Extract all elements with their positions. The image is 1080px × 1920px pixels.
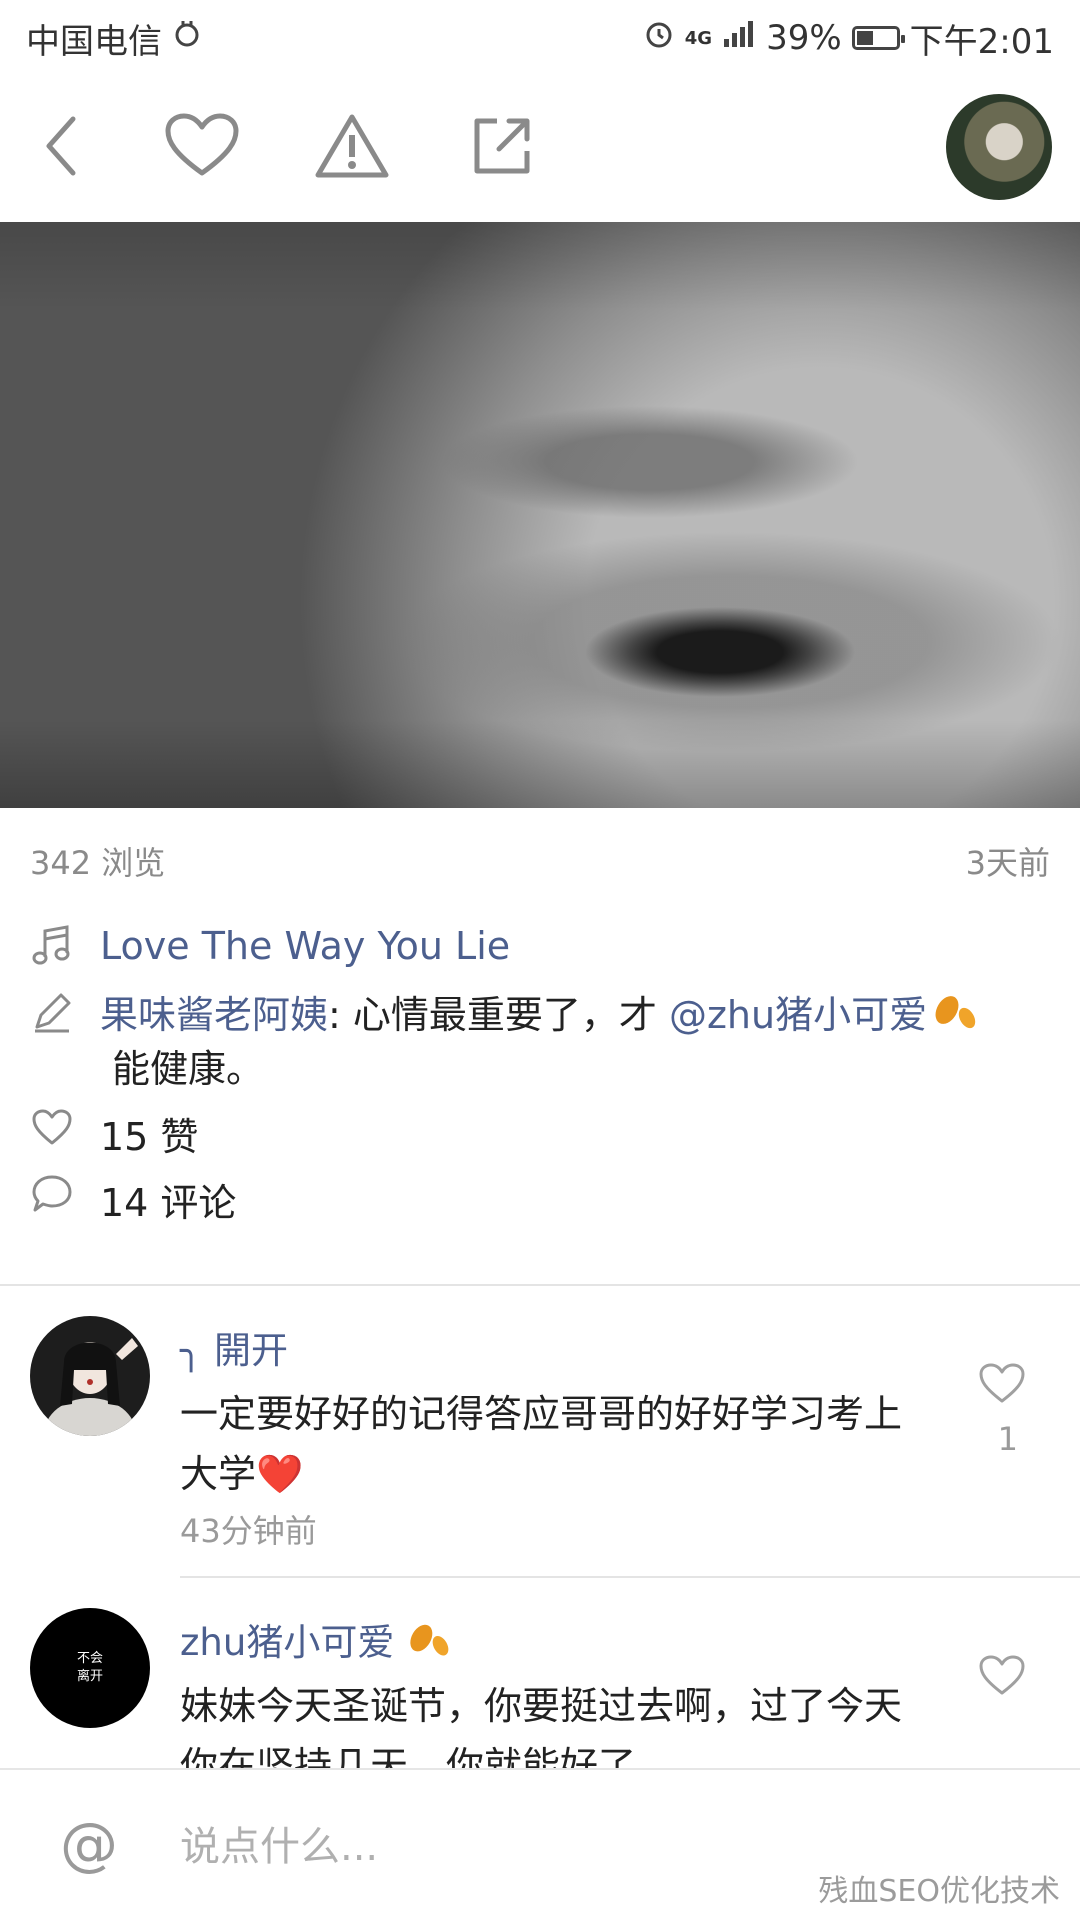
music-note-icon: [30, 924, 74, 968]
commenter-avatar[interactable]: 不会离开: [30, 1608, 150, 1728]
report-button[interactable]: [312, 108, 392, 188]
share-icon: [469, 113, 535, 183]
section-divider: [0, 1284, 1080, 1286]
top-toolbar: [0, 88, 1080, 208]
caption-author[interactable]: 果味酱老阿姨: [100, 993, 328, 1037]
heart-icon: [978, 1655, 1026, 1701]
share-button[interactable]: [462, 108, 542, 188]
notification-icon: [172, 18, 202, 58]
post-image[interactable]: [0, 222, 1080, 808]
comment-like-button[interactable]: [972, 1356, 1032, 1416]
at-mention-icon[interactable]: @: [60, 1810, 118, 1878]
leaf-emoji-icon: [931, 992, 979, 1044]
reply-input[interactable]: [178, 1814, 742, 1880]
caption-row: 果味酱老阿姨: 心情最重要了，才 @zhu猪小可爱 能健康。: [30, 990, 1050, 1094]
comment-divider: [180, 1576, 1080, 1578]
comments-row[interactable]: 14 评论: [30, 1172, 1050, 1227]
heart-outline-icon: [30, 1106, 74, 1150]
song-title[interactable]: Love The Way You Lie: [100, 924, 510, 968]
caption-mention[interactable]: @zhu猪小可爱: [669, 993, 927, 1037]
reply-bar: @ 残血SEO优化技术: [0, 1768, 1080, 1920]
avatar-text: 不会离开: [76, 1651, 103, 1684]
status-right: 4G 39% 下午2:01: [643, 14, 1054, 63]
like-post-button[interactable]: [162, 108, 242, 188]
comment-username[interactable]: ╮ 開开: [180, 1320, 288, 1374]
view-count: 342 浏览: [30, 844, 166, 882]
comment-username-text[interactable]: zhu猪小可爱: [180, 1621, 394, 1664]
network-type: 4G: [684, 27, 713, 49]
likes-row[interactable]: 15 赞: [30, 1106, 1050, 1161]
clock: 下午2:01: [909, 21, 1054, 62]
battery-percent: 39%: [766, 18, 842, 58]
watermark: 残血SEO优化技术: [818, 1874, 1060, 1909]
author-avatar[interactable]: [946, 94, 1052, 200]
battery-icon: [851, 26, 905, 50]
signal-icon: [722, 18, 756, 58]
comment-like-count: 1: [997, 1420, 1018, 1458]
chevron-left-icon: [37, 111, 87, 185]
back-button[interactable]: [22, 108, 102, 188]
commenter-avatar[interactable]: [30, 1316, 150, 1436]
alarm-icon: [643, 18, 675, 59]
comment-bubble-icon: [30, 1172, 74, 1216]
comment-like-button[interactable]: [972, 1648, 1032, 1708]
warning-icon: [314, 113, 390, 183]
comment-username[interactable]: zhu猪小可爱: [180, 1612, 452, 1669]
post-time: 3天前: [965, 844, 1050, 882]
comment-text: 一定要好好的记得答应哥哥的好好学习考上大学❤️: [180, 1384, 920, 1504]
likes-count: 15 赞: [100, 1115, 199, 1159]
heart-icon: [978, 1363, 1026, 1409]
comment-time: 43分钟前: [180, 1512, 317, 1550]
comment-text-content: 一定要好好的记得答应哥哥的好好学习考上大学❤️: [180, 1392, 903, 1496]
post-meta: 342 浏览 3天前: [30, 838, 1050, 884]
caption-text-end: 能健康。: [112, 1046, 265, 1091]
heart-icon: [164, 113, 240, 183]
status-bar: 中国电信 4G 39% 下午2:01: [0, 0, 1080, 76]
song-row[interactable]: Love The Way You Lie: [30, 924, 1050, 968]
post-caption: 果味酱老阿姨: 心情最重要了，才 @zhu猪小可爱 能健康。: [100, 990, 1040, 1094]
status-left: 中国电信: [26, 14, 202, 63]
pencil-icon: [30, 990, 74, 1034]
carrier-name: 中国电信: [26, 21, 162, 62]
comments-count: 14 评论: [100, 1181, 237, 1225]
leaf-emoji-icon: [406, 1620, 452, 1669]
caption-text: : 心情最重要了，才: [328, 993, 669, 1037]
